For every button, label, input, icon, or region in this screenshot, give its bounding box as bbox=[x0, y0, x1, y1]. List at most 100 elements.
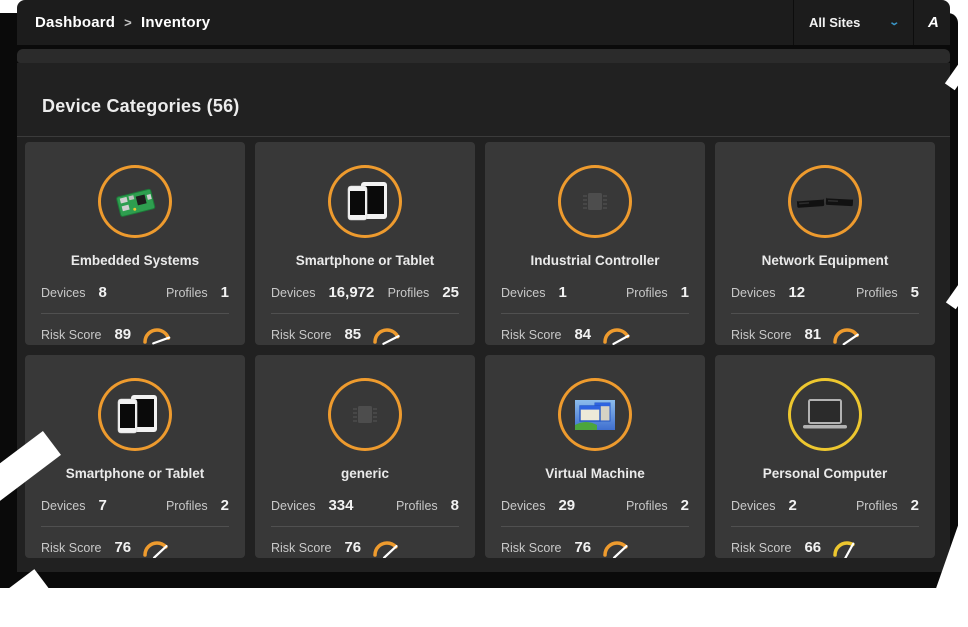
devices-count: 12 bbox=[788, 284, 805, 301]
clipped-topbar-label: A bbox=[914, 0, 950, 45]
category-title: generic bbox=[341, 466, 389, 481]
vm-desktop-icon bbox=[573, 398, 617, 432]
risk-score-row: Risk Score 85 bbox=[255, 324, 475, 345]
topbar-controls: All Sites ⌄ A bbox=[793, 0, 950, 45]
category-stats: Devices16,972 Profiles25 bbox=[255, 284, 475, 301]
card-divider bbox=[731, 313, 919, 314]
risk-score-value: 81 bbox=[804, 326, 821, 343]
profiles-count: 25 bbox=[442, 284, 459, 301]
card-divider bbox=[41, 526, 229, 527]
device-category-card[interactable]: generic Devices 334 Profiles 8 Risk Score … bbox=[255, 355, 475, 558]
risk-gauge-icon bbox=[832, 539, 862, 558]
risk-score-row: Risk Score 66 bbox=[715, 537, 935, 558]
category-stats: Devices 1 Profiles 1 bbox=[485, 284, 705, 301]
profiles-label: Profiles bbox=[166, 286, 208, 300]
category-icon-circle bbox=[788, 378, 862, 451]
risk-score-row: Risk Score 84 bbox=[485, 324, 705, 345]
profiles-count: 1 bbox=[221, 284, 229, 301]
device-category-card[interactable]: Personal Computer Devices 2 Profiles 2 Ris… bbox=[715, 355, 935, 558]
generic-chip-icon bbox=[349, 401, 381, 429]
device-category-card[interactable]: Embedded Systems Devices 8 Profiles 1 Risk… bbox=[25, 142, 245, 345]
risk-score-label: Risk Score bbox=[41, 541, 101, 555]
devices-label: Devices bbox=[731, 499, 775, 513]
chevron-down-icon: ⌄ bbox=[888, 17, 900, 28]
profiles-label: Profiles bbox=[626, 499, 668, 513]
devices-label: Devices bbox=[41, 286, 85, 300]
risk-gauge-icon bbox=[602, 326, 632, 345]
risk-score-row: Risk Score 76 bbox=[255, 537, 475, 558]
card-divider bbox=[41, 313, 229, 314]
category-title: Embedded Systems bbox=[71, 253, 199, 268]
risk-score-value: 76 bbox=[344, 539, 361, 556]
site-selector-label: All Sites bbox=[809, 15, 860, 30]
breadcrumb-dashboard[interactable]: Dashboard bbox=[35, 14, 115, 31]
category-stats: Devices12 Profiles5 bbox=[715, 284, 935, 301]
network-switches-icon bbox=[795, 191, 855, 213]
category-icon-circle bbox=[558, 378, 632, 451]
risk-gauge-icon bbox=[142, 539, 172, 558]
profiles-count: 5 bbox=[911, 284, 919, 301]
risk-score-row: Risk Score 89 bbox=[25, 324, 245, 345]
devices-label: Devices bbox=[731, 286, 775, 300]
profiles-count: 2 bbox=[911, 497, 919, 514]
category-icon-circle bbox=[558, 165, 632, 238]
category-icon-circle bbox=[98, 165, 172, 238]
category-stats: Devices29 Profiles2 bbox=[485, 497, 705, 514]
devices-count: 16,972 bbox=[328, 284, 374, 301]
devices-label: Devices bbox=[271, 499, 315, 513]
device-category-card[interactable]: Network Equipment Devices12 Profiles5 Ri… bbox=[715, 142, 935, 345]
category-title: Industrial Controller bbox=[530, 253, 659, 268]
device-category-card[interactable]: Smartphone or Tablet Devices16,972 Profi… bbox=[255, 142, 475, 345]
risk-score-value: 76 bbox=[574, 539, 591, 556]
category-stats: Devices 334 Profiles 8 bbox=[255, 497, 475, 514]
breadcrumb: Dashboard > Inventory bbox=[17, 0, 210, 45]
card-divider bbox=[501, 526, 689, 527]
device-category-card[interactable]: Industrial Controller Devices 1 Profiles 1… bbox=[485, 142, 705, 345]
category-title: Personal Computer bbox=[763, 466, 888, 481]
devices-count: 7 bbox=[98, 497, 106, 514]
risk-score-label: Risk Score bbox=[731, 541, 791, 555]
profiles-label: Profiles bbox=[626, 286, 668, 300]
risk-gauge-icon bbox=[372, 326, 402, 345]
category-stats: Devices 8 Profiles 1 bbox=[25, 284, 245, 301]
card-divider bbox=[501, 313, 689, 314]
collapsed-header-strip bbox=[17, 49, 950, 63]
profiles-label: Profiles bbox=[396, 499, 438, 513]
risk-gauge-icon bbox=[832, 326, 862, 345]
category-icon-circle bbox=[328, 165, 402, 238]
smartphone-tablet-icon bbox=[340, 180, 390, 224]
device-category-grid: Embedded Systems Devices 8 Profiles 1 Risk… bbox=[17, 137, 950, 558]
site-selector-dropdown[interactable]: All Sites ⌄ bbox=[793, 0, 914, 45]
devices-count: 334 bbox=[328, 497, 353, 514]
risk-score-label: Risk Score bbox=[731, 328, 791, 342]
profiles-count: 1 bbox=[681, 284, 689, 301]
profiles-count: 8 bbox=[451, 497, 459, 514]
generic-chip-icon bbox=[579, 188, 611, 216]
risk-score-value: 85 bbox=[344, 326, 361, 343]
category-icon-circle bbox=[98, 378, 172, 451]
app-surface: Dashboard > Inventory All Sites ⌄ A Devi… bbox=[17, 0, 950, 572]
profiles-label: Profiles bbox=[388, 286, 430, 300]
top-navigation-bar: Dashboard > Inventory All Sites ⌄ A bbox=[17, 0, 950, 45]
profiles-count: 2 bbox=[681, 497, 689, 514]
risk-gauge-icon bbox=[602, 539, 632, 558]
devices-count: 1 bbox=[558, 284, 566, 301]
smartphone-tablet-icon bbox=[110, 393, 160, 437]
category-title: Smartphone or Tablet bbox=[296, 253, 435, 268]
category-title: Smartphone or Tablet bbox=[66, 466, 205, 481]
category-icon-circle bbox=[328, 378, 402, 451]
clipped-label-text: A bbox=[928, 14, 939, 31]
risk-score-row: Risk Score 81 bbox=[715, 324, 935, 345]
devices-label: Devices bbox=[41, 499, 85, 513]
risk-gauge-icon bbox=[372, 539, 402, 558]
risk-score-label: Risk Score bbox=[271, 541, 331, 555]
breadcrumb-inventory[interactable]: Inventory bbox=[141, 14, 210, 31]
profiles-label: Profiles bbox=[856, 499, 898, 513]
risk-score-label: Risk Score bbox=[501, 328, 561, 342]
devices-count: 2 bbox=[788, 497, 796, 514]
devices-label: Devices bbox=[501, 286, 545, 300]
devices-count: 8 bbox=[98, 284, 106, 301]
device-category-card[interactable]: Virtual Machine Devices29 Profiles2 Risk… bbox=[485, 355, 705, 558]
category-stats: Devices 2 Profiles 2 bbox=[715, 497, 935, 514]
category-stats: Devices7 Profiles2 bbox=[25, 497, 245, 514]
